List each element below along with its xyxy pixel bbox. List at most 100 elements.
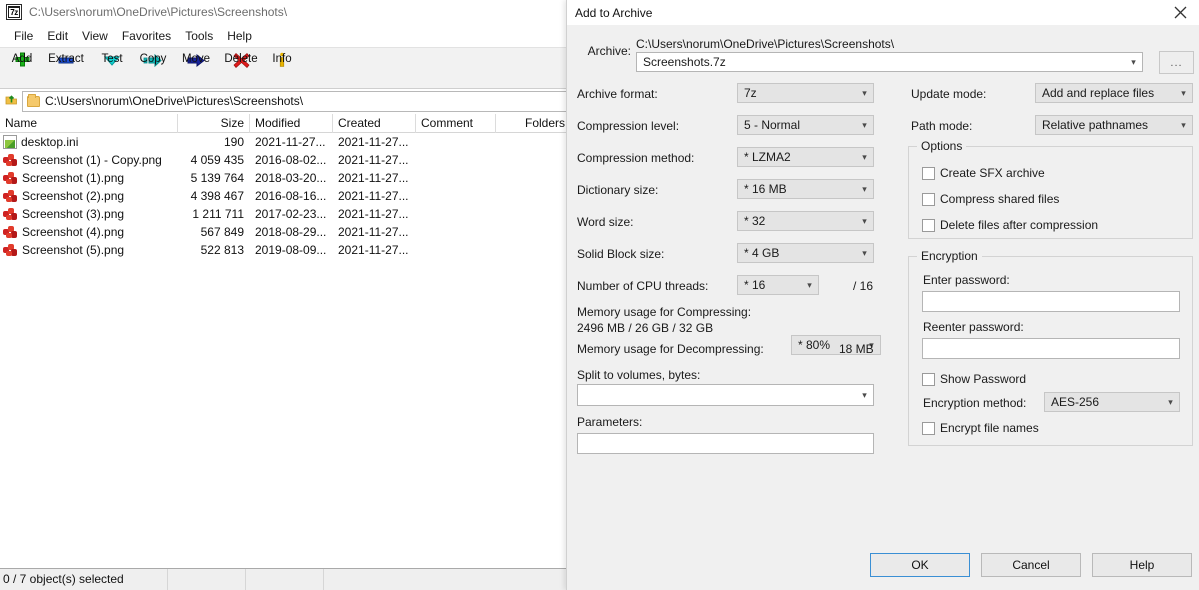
chevron-down-icon[interactable]: ▾ <box>1125 53 1142 71</box>
file-size-cell: 567 849 <box>178 225 250 239</box>
word-size-combo[interactable]: * 32 ▾ <box>737 211 874 231</box>
chevron-down-icon[interactable]: ▾ <box>1162 393 1179 411</box>
table-row[interactable]: Screenshot (3).png 1 211 711 2017-02-23.… <box>0 205 570 223</box>
dictionary-size-combo[interactable]: * 16 MB ▾ <box>737 179 874 199</box>
checkbox-encrypt-file-names[interactable]: Encrypt file names <box>922 421 1039 435</box>
checkbox-create-sfx-archive[interactable]: Create SFX archive <box>922 166 1045 180</box>
archive-browse-button[interactable]: ... <box>1159 51 1194 74</box>
encryption-method-combo[interactable]: AES-256 ▾ <box>1044 392 1180 412</box>
file-size-cell: 1 211 711 <box>178 207 250 221</box>
menu-item-help[interactable]: Help <box>220 27 259 45</box>
up-folder-icon[interactable] <box>0 93 22 110</box>
close-icon[interactable] <box>1160 0 1199 25</box>
parameters-field[interactable] <box>577 433 874 454</box>
chevron-down-icon[interactable]: ▾ <box>856 386 873 404</box>
dialog-title: Add to Archive <box>575 6 652 20</box>
menu-bar: File Edit View Favorites Tools Help <box>0 26 570 46</box>
path-mode-combo[interactable]: Relative pathnames ▾ <box>1035 115 1193 135</box>
cpu-threads-combo[interactable]: * 16 ▾ <box>737 275 819 295</box>
chevron-down-icon[interactable]: ▾ <box>801 276 818 294</box>
menu-item-favorites[interactable]: Favorites <box>115 27 178 45</box>
dialog-body: Archive: C:\Users\norum\OneDrive\Picture… <box>567 25 1199 590</box>
compression-method-combo[interactable]: * LZMA2 ▾ <box>737 147 874 167</box>
address-input[interactable]: C:\Users\norum\OneDrive\Pictures\Screens… <box>22 91 570 112</box>
update-mode-combo[interactable]: Add and replace files ▾ <box>1035 83 1193 103</box>
table-row[interactable]: Screenshot (5).png 522 813 2019-08-09...… <box>0 241 570 259</box>
checkbox-delete-files-after-compression[interactable]: Delete files after compression <box>922 218 1098 232</box>
parameters-input[interactable] <box>578 434 873 453</box>
toolbar-button-add[interactable]: Add <box>4 48 40 88</box>
ok-button[interactable]: OK <box>870 553 970 577</box>
checkbox-label: Encrypt file names <box>940 421 1039 435</box>
column-headers: Name Size Modified Created Comment Folde… <box>0 114 570 133</box>
chevron-down-icon[interactable]: ▾ <box>856 84 873 102</box>
checkbox-label: Compress shared files <box>940 192 1059 206</box>
chevron-down-icon[interactable]: ▾ <box>856 244 873 262</box>
checkbox-label: Delete files after compression <box>940 218 1098 232</box>
chevron-down-icon[interactable]: ▾ <box>1175 116 1192 134</box>
table-row[interactable]: Screenshot (1) - Copy.png 4 059 435 2016… <box>0 151 570 169</box>
file-modified-cell: 2021-11-27... <box>250 135 333 149</box>
column-header-modified[interactable]: Modified <box>250 114 333 133</box>
table-row[interactable]: Screenshot (4).png 567 849 2018-08-29...… <box>0 223 570 241</box>
file-created-cell: 2021-11-27... <box>333 207 416 221</box>
reenter-password-field[interactable] <box>922 338 1180 359</box>
toolbar-button-test[interactable]: Test <box>92 48 132 88</box>
toolbar-button-info[interactable]: Info <box>264 48 300 88</box>
main-titlebar: 7z C:\Users\norum\OneDrive\Pictures\Scre… <box>0 0 570 24</box>
update-mode-value: Add and replace files <box>1036 86 1175 100</box>
status-bar: 0 / 7 object(s) selected <box>0 568 570 590</box>
file-name-text: Screenshot (3).png <box>22 207 124 221</box>
chevron-down-icon[interactable]: ▾ <box>856 148 873 166</box>
column-header-folders[interactable]: Folders <box>496 114 570 133</box>
checkbox-compress-shared-files[interactable]: Compress shared files <box>922 192 1059 206</box>
column-header-name[interactable]: Name <box>0 114 178 133</box>
png-file-icon <box>3 153 18 167</box>
compression-level-combo[interactable]: 5 - Normal ▾ <box>737 115 874 135</box>
cancel-button[interactable]: Cancel <box>981 553 1081 577</box>
cpu-threads-value: * 16 <box>738 278 801 292</box>
file-name-cell: Screenshot (2).png <box>0 189 178 203</box>
compression-level-value: 5 - Normal <box>738 118 856 132</box>
toolbar-button-copy[interactable]: Copy <box>132 48 174 88</box>
chevron-down-icon[interactable]: ▾ <box>856 212 873 230</box>
enter-password-input[interactable] <box>923 292 1179 311</box>
enter-password-field[interactable] <box>922 291 1180 312</box>
table-row[interactable]: Screenshot (1).png 5 139 764 2018-03-20.… <box>0 169 570 187</box>
png-file-icon <box>3 243 18 257</box>
file-list[interactable]: desktop.ini 190 2021-11-27... 2021-11-27… <box>0 133 570 565</box>
archive-format-combo[interactable]: 7z ▾ <box>737 83 874 103</box>
menu-item-edit[interactable]: Edit <box>40 27 75 45</box>
toolbar-label-delete: Delete <box>224 52 257 66</box>
dictionary-size-value: * 16 MB <box>738 182 856 196</box>
options-group-title: Options <box>917 139 966 153</box>
encryption-group-title: Encryption <box>917 249 982 263</box>
menu-item-file[interactable]: File <box>7 27 40 45</box>
reenter-password-input[interactable] <box>923 339 1179 358</box>
menu-item-view[interactable]: View <box>75 27 115 45</box>
memory-compress-detail: 2496 MB / 26 GB / 32 GB <box>577 321 713 335</box>
chevron-down-icon[interactable]: ▾ <box>856 116 873 134</box>
file-name-text: Screenshot (4).png <box>22 225 124 239</box>
toolbar-button-delete[interactable]: Delete <box>218 48 264 88</box>
table-row[interactable]: Screenshot (2).png 4 398 467 2016-08-16.… <box>0 187 570 205</box>
toolbar-button-extract[interactable]: Extract <box>40 48 92 88</box>
menu-item-tools[interactable]: Tools <box>178 27 220 45</box>
archive-name-combo[interactable]: Screenshots.7z ▾ <box>636 52 1143 72</box>
help-button[interactable]: Help <box>1092 553 1192 577</box>
memory-compress-label: Memory usage for Compressing: <box>577 305 751 319</box>
file-name-text: Screenshot (1) - Copy.png <box>22 153 162 167</box>
toolbar-button-move[interactable]: Move <box>174 48 218 88</box>
table-row[interactable]: desktop.ini 190 2021-11-27... 2021-11-27… <box>0 133 570 151</box>
chevron-down-icon[interactable]: ▾ <box>856 180 873 198</box>
column-header-size[interactable]: Size <box>178 114 250 133</box>
split-volumes-combo[interactable]: ▾ <box>577 384 874 406</box>
archive-format-label: Archive format: <box>577 87 658 101</box>
update-mode-label: Update mode: <box>911 87 986 101</box>
column-header-comment[interactable]: Comment <box>416 114 496 133</box>
chevron-down-icon[interactable]: ▾ <box>1175 84 1192 102</box>
column-header-created[interactable]: Created <box>333 114 416 133</box>
solid-block-size-label: Solid Block size: <box>577 247 664 261</box>
checkbox-show-password[interactable]: Show Password <box>922 372 1026 386</box>
solid-block-size-combo[interactable]: * 4 GB ▾ <box>737 243 874 263</box>
